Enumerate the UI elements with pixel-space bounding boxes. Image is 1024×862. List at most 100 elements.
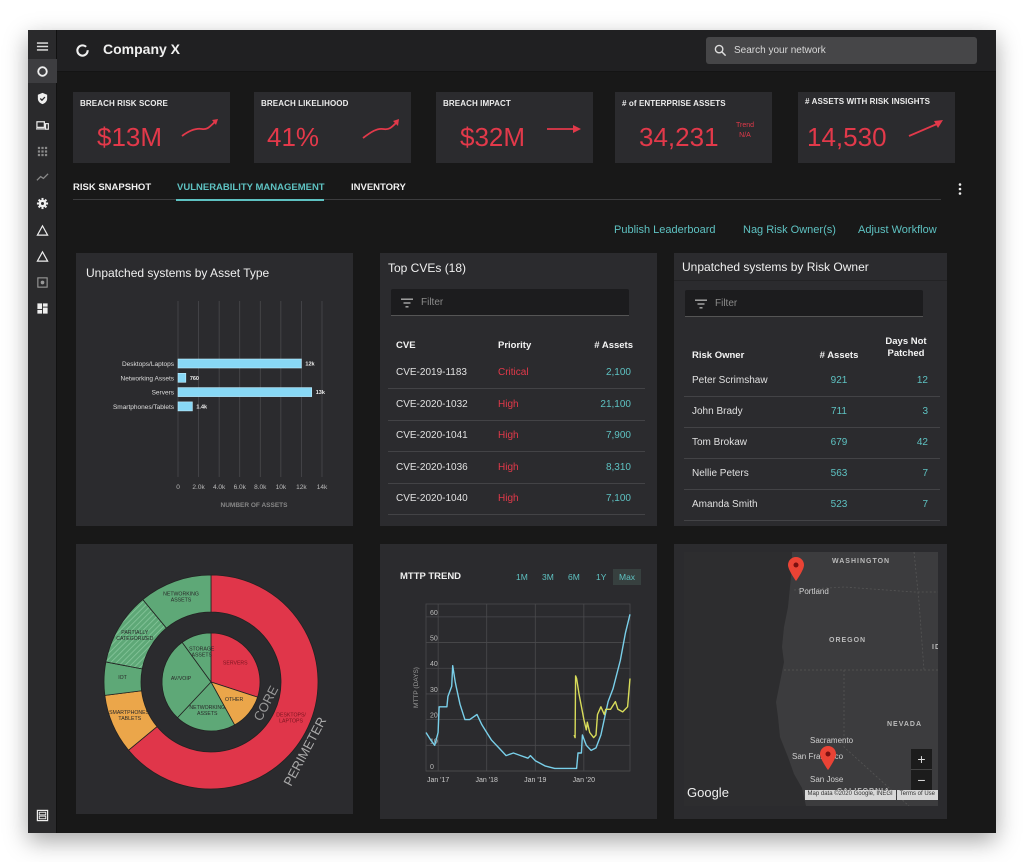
- col-header-assets[interactable]: # Assets: [578, 333, 645, 357]
- owner-row[interactable]: Nellie Peters 563 7: [684, 458, 940, 490]
- zoom-out-button[interactable]: −: [911, 770, 932, 791]
- owner-row[interactable]: Tom Brokaw 679 42: [684, 427, 940, 459]
- y-tick-label: 60: [430, 610, 438, 617]
- terms-of-use-link[interactable]: Terms of Use: [896, 790, 938, 800]
- owner-row[interactable]: John Brady 711 3: [684, 396, 940, 428]
- y-tick-label: 0: [430, 764, 434, 771]
- x-tick-label: 0: [176, 484, 180, 491]
- owner-asset-count: 679: [804, 427, 874, 459]
- owner-name: John Brady: [684, 396, 804, 428]
- owner-filter[interactable]: [685, 290, 923, 317]
- sidebar: [28, 30, 57, 833]
- owner-filter-input[interactable]: [715, 290, 915, 316]
- bar[interactable]: [177, 358, 302, 369]
- kpi-label: BREACH IMPACT: [443, 99, 511, 108]
- search-input[interactable]: [734, 37, 969, 64]
- sidebar-item-devices[interactable]: [28, 113, 57, 137]
- x-tick-label: Jan '18: [476, 777, 498, 784]
- asset-sunburst-card: DESKTOPS/LAPTOPS SMARTPHONES/TABLETS IOT PA…: [76, 544, 353, 814]
- sidebar-item-dashboard[interactable]: [28, 59, 57, 83]
- trend-up-icon: [908, 120, 943, 137]
- owner-row[interactable]: Peter Scrimshaw 921 12: [684, 365, 940, 397]
- slice-label: IOT: [118, 675, 127, 681]
- sidebar-item-settings[interactable]: [28, 191, 57, 215]
- owner-days-not-patched: 3: [874, 396, 940, 428]
- kpi-label: BREACH RISK SCORE: [80, 99, 168, 108]
- panel-icon: [36, 809, 49, 821]
- owner-days-not-patched: 7: [874, 458, 940, 490]
- cve-row[interactable]: CVE-2019-1183 Critical 2,100: [388, 357, 645, 389]
- bar-data-label: 1.4k: [196, 404, 208, 410]
- owner-asset-count: 563: [804, 458, 874, 490]
- app-title: Company X: [103, 41, 181, 57]
- nag-risk-owners-link[interactable]: Nag Risk Owner(s): [743, 224, 836, 236]
- menu-icon[interactable]: [28, 34, 57, 58]
- tab-vulnerability-management[interactable]: VULNERABILITY MANAGEMENT: [177, 182, 325, 193]
- y-category-label: Servers: [152, 390, 175, 397]
- sidebar-item-hardware[interactable]: [28, 270, 57, 294]
- col-header-cve[interactable]: CVE: [388, 333, 498, 357]
- x-tick-label: 10k: [276, 484, 287, 491]
- map-data-attribution[interactable]: Map data ©2020 Google, INEGI: [804, 790, 896, 800]
- col-header-risk-owner[interactable]: Risk Owner: [684, 331, 804, 365]
- owner-row[interactable]: Amanda Smith 523 7: [684, 489, 940, 521]
- bar[interactable]: [177, 373, 187, 383]
- owner-days-not-patched: 42: [874, 427, 940, 459]
- col-header-days-not-patched[interactable]: Days Not Patched: [874, 331, 940, 365]
- cve-asset-count: 21,100: [578, 388, 645, 421]
- sidebar-item-apps[interactable]: [28, 139, 57, 163]
- map-marker-portland[interactable]: [788, 557, 804, 581]
- y-tick-label: 50: [430, 636, 438, 643]
- sidebar-item-alerts[interactable]: [28, 218, 57, 242]
- slice-label: DESKTOPS/LAPTOPS: [276, 713, 306, 725]
- cve-priority: Critical: [498, 357, 578, 389]
- more-vert-icon[interactable]: [956, 182, 964, 196]
- map-label-idaho: ID: [932, 644, 938, 651]
- google-logo: Google: [687, 785, 729, 800]
- x-tick-label: 14k: [317, 484, 328, 491]
- mttp-line-chart: 0102030405060Jan '17 Jan '18 Jan '19 Jan '2…: [413, 603, 631, 784]
- bar[interactable]: [177, 387, 313, 397]
- trend-flat-icon: [547, 125, 581, 133]
- tab-inventory[interactable]: INVENTORY: [351, 182, 406, 193]
- devices-icon: [36, 120, 49, 130]
- search-box[interactable]: [706, 37, 977, 64]
- bar[interactable]: [177, 401, 193, 412]
- y-tick-label: 20: [430, 713, 438, 720]
- map-marker-san-jose[interactable]: [820, 746, 836, 770]
- owner-days-not-patched: 7: [874, 489, 940, 521]
- panel-toggle-button[interactable]: [28, 803, 57, 827]
- owner-days-not-patched: 12: [874, 365, 940, 397]
- sidebar-item-widgets[interactable]: [28, 296, 57, 320]
- publish-leaderboard-link[interactable]: Publish Leaderboard: [614, 224, 716, 236]
- map[interactable]: WASHINGTON OREGON NEVADA CALIFORNIA ID P…: [684, 552, 938, 806]
- owner-name: Tom Brokaw: [684, 427, 804, 459]
- y-category-label: Smartphones/Tablets: [113, 404, 175, 411]
- divider: [674, 280, 947, 281]
- zoom-in-button[interactable]: +: [911, 749, 932, 770]
- col-header-priority[interactable]: Priority: [498, 333, 578, 357]
- kpi-assets-risk-insights: # ASSETS WITH RISK INSIGHTS 14,530: [798, 92, 955, 163]
- card-title: Unpatched systems by Risk Owner: [682, 260, 869, 274]
- filter-icon: [401, 298, 413, 308]
- top-cves-card: Top CVEs (18) CVE Priority # Assets CVE-…: [380, 253, 657, 526]
- y-tick-label: 40: [430, 661, 438, 668]
- adjust-workflow-link[interactable]: Adjust Workflow: [858, 224, 937, 236]
- cve-filter-input[interactable]: [421, 289, 621, 315]
- cve-row[interactable]: CVE-2020-1032 High 21,100: [388, 388, 645, 421]
- cve-filter[interactable]: [391, 289, 629, 316]
- cve-table: CVE Priority # Assets CVE-2019-1183 Criti…: [388, 333, 645, 515]
- col-header-assets[interactable]: # Assets: [804, 331, 874, 365]
- cve-row[interactable]: CVE-2020-1040 High 7,100: [388, 483, 645, 515]
- sidebar-item-warnings[interactable]: [28, 244, 57, 268]
- cve-priority: High: [498, 388, 578, 421]
- x-tick-label: 12k: [296, 484, 307, 491]
- cve-row[interactable]: CVE-2020-1036 High 8,310: [388, 451, 645, 484]
- sidebar-item-trends[interactable]: [28, 165, 57, 189]
- cve-row[interactable]: CVE-2020-1041 High 7,900: [388, 420, 645, 452]
- tab-risk-snapshot[interactable]: RISK SNAPSHOT: [73, 182, 151, 193]
- grid-icon: [37, 146, 48, 156]
- kpi-breach-impact: BREACH IMPACT $32M: [436, 92, 593, 163]
- mttp-trend-card: MTTP TREND 1M 3M 6M 1Y Max 0 10 20 30 40 50 60…: [380, 544, 657, 819]
- sidebar-item-security[interactable]: [28, 86, 57, 110]
